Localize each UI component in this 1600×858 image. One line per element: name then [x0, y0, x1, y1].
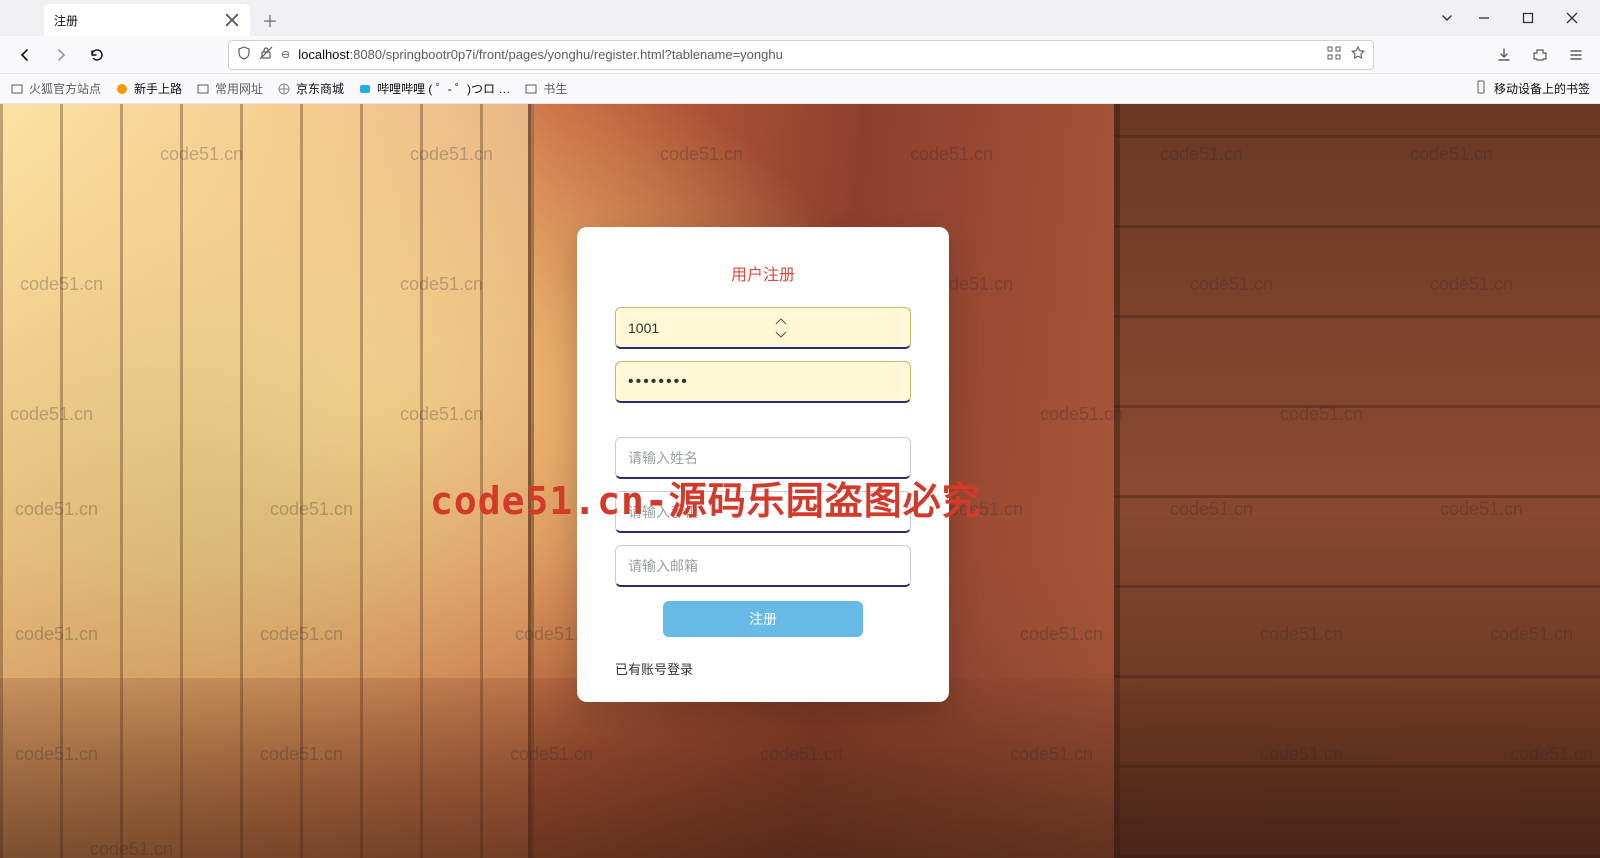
browser-tab[interactable]: 注册 — [44, 4, 250, 36]
phone-placeholder: 请输入手机 — [628, 502, 698, 522]
name-placeholder: 请输入姓名 — [628, 448, 698, 468]
url-text: localhost:8080/springbootr0p7i/front/pag… — [298, 47, 783, 62]
url-input[interactable]: ⊖ localhost:8080/springbootr0p7i/front/p… — [228, 40, 1374, 70]
extensions-icon[interactable] — [1526, 41, 1554, 69]
mobile-bookmarks-label[interactable]: 移动设备上的书签 — [1494, 80, 1590, 97]
bookmarks-bar: 火狐官方站点 新手上路 常用网址 京东商城 哔哩哔哩 ( ゜- ゜)つロ … 书… — [0, 74, 1600, 104]
register-card: 用户注册 1001 •••••••• 请输入姓名 请输入手机 — [577, 227, 949, 702]
window-minimize-icon[interactable] — [1462, 4, 1506, 32]
email-input[interactable]: 请输入邮箱 — [615, 545, 911, 587]
bookmark-item[interactable]: 常用网址 — [196, 80, 263, 97]
url-host: localhost — [298, 47, 349, 62]
permissions-icon: ⊖ — [281, 48, 290, 61]
background-floor — [0, 678, 1600, 858]
username-value: 1001 — [628, 320, 659, 336]
register-button[interactable]: 注册 — [663, 601, 863, 637]
username-input[interactable]: 1001 — [615, 307, 911, 349]
lock-icon — [259, 46, 273, 63]
bookmark-item[interactable]: 哔哩哔哩 ( ゜- ゜)つロ … — [358, 80, 510, 97]
name-input[interactable]: 请输入姓名 — [615, 437, 911, 479]
bookmark-star-icon[interactable] — [1351, 46, 1365, 63]
page-viewport: code51.cn code51.cn code51.cn code51.cn … — [0, 104, 1600, 858]
bookmark-item[interactable]: 书生 — [524, 80, 567, 97]
window-close-icon[interactable] — [1550, 4, 1594, 32]
nav-reload-button[interactable] — [82, 40, 112, 70]
mobile-bookmarks-icon[interactable] — [1474, 80, 1488, 97]
close-tab-icon[interactable] — [224, 12, 240, 28]
password-value-masked: •••••••• — [628, 373, 689, 391]
nav-back-button[interactable] — [10, 40, 40, 70]
card-title: 用户注册 — [615, 261, 911, 285]
window-maximize-icon[interactable] — [1506, 4, 1550, 32]
password-input[interactable]: •••••••• — [615, 361, 911, 403]
tab-title: 注册 — [54, 12, 78, 29]
qr-icon[interactable] — [1327, 46, 1341, 63]
window-controls — [1432, 0, 1594, 36]
login-link[interactable]: 已有账号登录 — [615, 659, 911, 678]
phone-input[interactable]: 请输入手机 — [615, 491, 911, 533]
url-path: :8080/springbootr0p7i/front/pages/yonghu… — [350, 47, 783, 62]
number-stepper-icon[interactable] — [775, 317, 787, 339]
new-tab-button[interactable]: ＋ — [256, 6, 284, 34]
address-bar: ⊖ localhost:8080/springbootr0p7i/front/p… — [0, 36, 1600, 74]
shield-icon — [237, 46, 251, 63]
downloads-icon[interactable] — [1490, 41, 1518, 69]
nav-forward-button[interactable] — [46, 40, 76, 70]
browser-titlebar: 注册 ＋ — [0, 0, 1600, 36]
app-menu-icon[interactable] — [1562, 41, 1590, 69]
toolbar-end — [1490, 41, 1590, 69]
bookmark-item[interactable]: 京东商城 — [277, 80, 344, 97]
tab-overflow-chevron-icon[interactable] — [1432, 4, 1462, 32]
bookmark-item[interactable]: 新手上路 — [115, 80, 182, 97]
bookmark-item[interactable]: 火狐官方站点 — [10, 80, 101, 97]
email-placeholder: 请输入邮箱 — [628, 556, 698, 576]
